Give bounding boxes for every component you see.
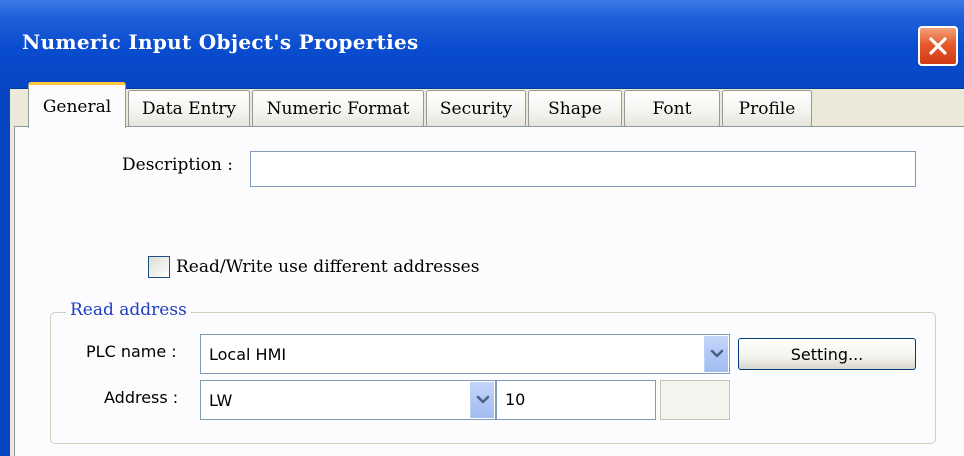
properties-dialog: Numeric Input Object's Properties Genera… xyxy=(0,0,964,456)
plc-name-value: Local HMI xyxy=(209,345,287,364)
tab-label: Security xyxy=(439,98,513,119)
address-label: Address : xyxy=(104,388,179,407)
tab-label: Shape xyxy=(548,98,602,119)
window-title: Numeric Input Object's Properties xyxy=(22,30,419,54)
tab-label: Profile xyxy=(738,98,796,119)
address-type-value: LW xyxy=(209,391,233,410)
tab-profile[interactable]: Profile xyxy=(722,90,812,126)
setting-button-label: Setting... xyxy=(790,344,864,364)
title-bar[interactable]: Numeric Input Object's Properties xyxy=(0,0,964,89)
tab-shape[interactable]: Shape xyxy=(528,90,622,126)
rw-different-addresses-label: Read/Write use different addresses xyxy=(176,257,480,277)
tab-font[interactable]: Font xyxy=(624,90,720,126)
tab-security[interactable]: Security xyxy=(426,90,526,126)
close-button[interactable] xyxy=(918,26,958,66)
read-address-group xyxy=(50,312,936,444)
tab-label: Numeric Format xyxy=(266,98,410,119)
chevron-down-icon xyxy=(476,395,490,404)
window-left-border xyxy=(0,88,10,456)
address-type-dropdown-button[interactable] xyxy=(470,382,494,418)
description-label: Description : xyxy=(122,155,233,175)
plc-name-label: PLC name : xyxy=(86,342,177,361)
rw-different-addresses-checkbox[interactable] xyxy=(148,256,170,278)
chevron-down-icon xyxy=(710,349,724,358)
address-extra-field xyxy=(660,380,730,420)
tab-general[interactable]: General xyxy=(28,82,126,128)
plc-name-select[interactable]: Local HMI xyxy=(200,334,730,374)
tab-data-entry[interactable]: Data Entry xyxy=(128,90,250,126)
read-address-group-title: Read address xyxy=(66,300,191,320)
tab-label: Data Entry xyxy=(141,98,237,119)
setting-button[interactable]: Setting... xyxy=(738,338,916,370)
close-icon xyxy=(929,37,947,55)
plc-name-dropdown-button[interactable] xyxy=(704,336,728,372)
description-input[interactable] xyxy=(250,151,916,187)
tab-label: General xyxy=(42,96,112,117)
tab-numeric-format[interactable]: Numeric Format xyxy=(252,90,424,126)
address-type-select[interactable]: LW xyxy=(200,380,496,420)
address-number-input[interactable]: 10 xyxy=(496,380,656,420)
tab-label: Font xyxy=(652,98,692,119)
